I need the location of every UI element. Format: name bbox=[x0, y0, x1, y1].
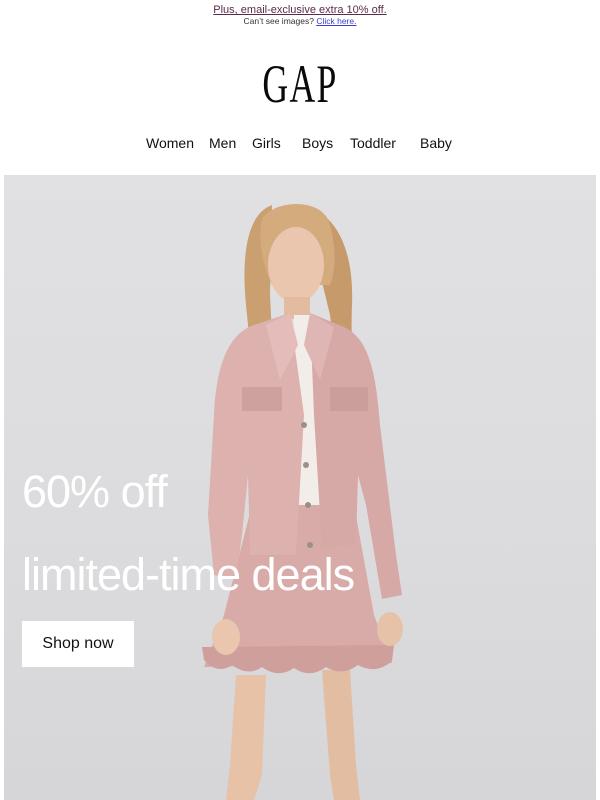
nav-item-toddler[interactable]: Toddler bbox=[350, 134, 396, 152]
nav-item-women[interactable]: Women bbox=[146, 134, 194, 152]
hero-banner[interactable]: 60% off limited-time deals Shop now bbox=[4, 175, 596, 800]
shop-now-button[interactable]: Shop now bbox=[22, 621, 134, 667]
nav-item-baby[interactable]: Baby bbox=[420, 134, 452, 152]
logo-container: GAP bbox=[0, 57, 600, 111]
view-images-line: Can’t see images? Click here. bbox=[0, 16, 600, 27]
nav-item-girls[interactable]: Girls bbox=[252, 134, 281, 152]
category-nav: Women Men Girls Boys Toddler Baby bbox=[0, 134, 600, 154]
nav-item-men[interactable]: Men bbox=[209, 134, 236, 152]
view-images-text: Can’t see images? bbox=[243, 16, 314, 26]
gap-logo[interactable]: GAP bbox=[262, 57, 337, 111]
hero-headline-discount: 60% off bbox=[22, 466, 168, 517]
nav-item-boys[interactable]: Boys bbox=[302, 134, 333, 152]
click-here-link[interactable]: Click here. bbox=[316, 16, 356, 26]
hero-headline-deals: limited-time deals bbox=[22, 549, 355, 600]
